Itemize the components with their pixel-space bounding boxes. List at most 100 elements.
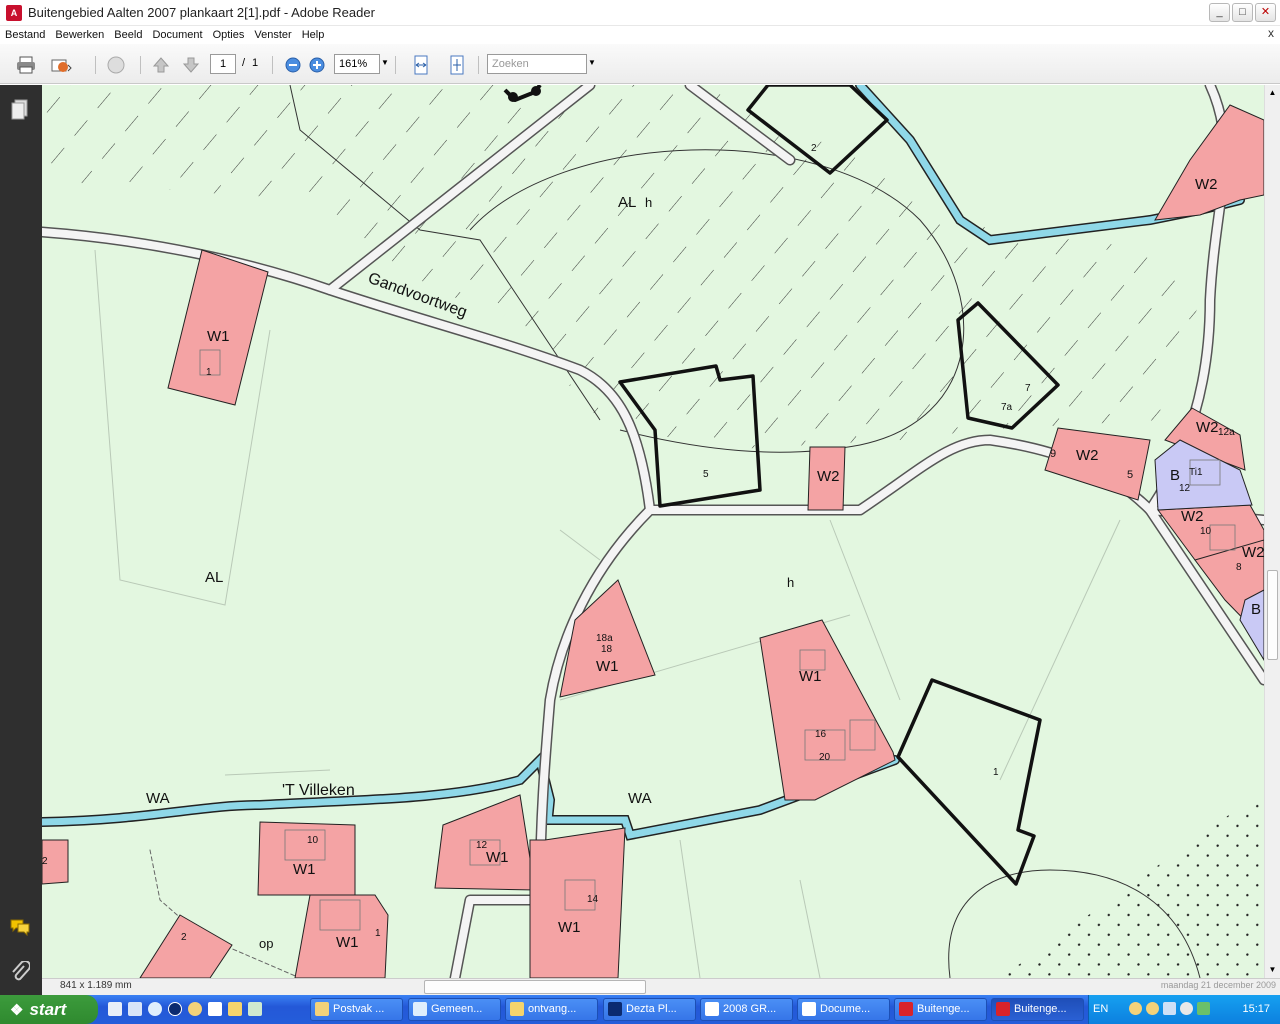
parcel-code: W1 [207, 328, 230, 345]
menu-help[interactable]: Help [297, 29, 330, 41]
taskbar-item-active[interactable]: Buitenge... [991, 998, 1084, 1021]
clock[interactable]: 15:17 [1242, 1003, 1270, 1015]
close-button[interactable]: ✕ [1255, 3, 1276, 22]
parcel-code: W1 [486, 849, 509, 866]
menu-bewerken[interactable]: Bewerken [50, 29, 109, 41]
desktop-icon[interactable] [108, 1002, 122, 1016]
tray-outlook-icon[interactable] [1129, 1002, 1142, 1015]
tray-network-icon[interactable] [1163, 1002, 1176, 1015]
folder-icon[interactable] [228, 1002, 242, 1016]
zoom-input[interactable]: 161% [334, 54, 380, 74]
taskbar-item[interactable]: Docume... [797, 998, 890, 1021]
outlined-parcel-number: 5 [703, 469, 709, 480]
outlined-parcel-number: 7a [1001, 402, 1013, 413]
outlook-icon[interactable] [188, 1002, 202, 1016]
email-collaborate-icon[interactable] [50, 54, 72, 76]
outlook-icon [315, 1002, 329, 1016]
parcel-code: W1 [799, 668, 822, 685]
parcel-number: 20 [819, 752, 831, 763]
start-button[interactable]: ❖ start [0, 995, 98, 1024]
hand-tool-icon[interactable] [105, 54, 127, 76]
scroll-down-icon[interactable]: ▼ [1266, 963, 1279, 977]
taskbar-item[interactable]: 2008 GR... [700, 998, 793, 1021]
pdf-icon [996, 1002, 1010, 1016]
zoom-dropdown-icon[interactable]: ▼ [381, 58, 389, 67]
date-tooltip: maandag 21 december 2009 [1160, 980, 1276, 990]
comments-icon[interactable] [9, 918, 31, 939]
parcel-number: 1 [206, 367, 212, 378]
search-dropdown-icon[interactable]: ▼ [588, 58, 596, 67]
menu-bestand[interactable]: Bestand [0, 29, 50, 41]
parcel-code: W1 [336, 934, 359, 951]
road-name-villeken: 'T Villeken [282, 782, 355, 799]
ie-icon [413, 1002, 427, 1016]
menu-beeld[interactable]: Beeld [109, 29, 147, 41]
maximize-button[interactable]: □ [1232, 3, 1253, 22]
pages-icon[interactable] [11, 99, 29, 124]
pdf-icon: A [6, 4, 22, 21]
taskbar-item[interactable]: Gemeen... [408, 998, 501, 1021]
document-close-icon[interactable]: x [1268, 26, 1274, 40]
word-icon[interactable] [208, 1002, 222, 1016]
zone-label-h-mid: h [787, 575, 794, 590]
minimize-button[interactable]: _ [1209, 3, 1230, 22]
taskbar-item[interactable]: ontvang... [505, 998, 598, 1021]
parcel-code: W2 [817, 468, 840, 485]
taskbar-item[interactable]: Dezta Pl... [603, 998, 696, 1021]
start-label: start [29, 999, 67, 1019]
menu-document[interactable]: Document [147, 29, 207, 41]
zoom-out-icon[interactable] [282, 54, 304, 76]
fit-page-icon[interactable] [446, 54, 468, 76]
vertical-scrollbar[interactable]: ▲ ▼ [1264, 85, 1280, 978]
search-input[interactable]: Zoeken [487, 54, 587, 74]
tray-mail-icon[interactable] [1146, 1002, 1159, 1015]
pdf-icon [899, 1002, 913, 1016]
page-size: 841 x 1.189 mm [60, 980, 132, 991]
document-viewport[interactable]: Gandvoortweg 'T Villeken AL h AL h WA WA… [42, 85, 1264, 978]
parcel-number: 5 [1127, 469, 1133, 481]
parcel-number: 10 [307, 835, 319, 846]
parcel-code: W2 [1242, 544, 1264, 561]
excel-icon[interactable] [248, 1002, 262, 1016]
parcel-subcode: Ti1 [1189, 467, 1203, 478]
page-number-input[interactable]: 1 [210, 54, 236, 74]
fit-width-icon[interactable] [410, 54, 432, 76]
menu-opties[interactable]: Opties [208, 29, 250, 41]
tray-security-icon[interactable] [1197, 1002, 1210, 1015]
scroll-thumb[interactable] [1267, 570, 1278, 660]
parcel-code: W1 [558, 919, 581, 936]
horizontal-scroll-thumb[interactable] [424, 980, 646, 994]
parcel-number: 8 [1236, 562, 1242, 573]
parcel-code: W2 [1196, 419, 1219, 436]
print-icon[interactable] [15, 54, 37, 76]
windows-logo-icon: ❖ [10, 1001, 24, 1019]
window-controls: _ □ ✕ [1209, 3, 1276, 22]
system-tray: EN 15:17 [1088, 995, 1280, 1024]
parcel-w1-10 [257, 821, 356, 896]
taskbar-item[interactable]: Postvak ... [310, 998, 403, 1021]
word-icon [802, 1002, 816, 1016]
page-total: 1 [252, 57, 259, 69]
parcel-number: 12 [476, 840, 488, 851]
scroll-up-icon[interactable]: ▲ [1266, 86, 1279, 100]
parcel-number: 9 [1050, 448, 1056, 460]
status-bar: 841 x 1.189 mm maandag 21 december 2009 [42, 978, 1280, 995]
parcel-code: B [1251, 601, 1261, 618]
navigation-pane [0, 85, 42, 995]
taskbar-item[interactable]: Buitenge... [894, 998, 987, 1021]
parcel-code: W1 [596, 658, 619, 675]
parcel-code: W1 [293, 861, 316, 878]
language-indicator[interactable]: EN [1093, 1003, 1108, 1015]
previous-page-icon[interactable] [150, 54, 172, 76]
attachment-icon[interactable] [10, 960, 31, 986]
tray-volume-icon[interactable] [1180, 1002, 1193, 1015]
ie-icon[interactable] [148, 1002, 162, 1016]
parcel-number: 18a [596, 633, 613, 644]
explorer-icon[interactable] [128, 1002, 142, 1016]
menu-venster[interactable]: Venster [249, 29, 296, 41]
next-page-icon[interactable] [180, 54, 202, 76]
page-separator: / [242, 57, 246, 69]
zoom-in-icon[interactable] [306, 54, 328, 76]
app-d-icon [608, 1002, 622, 1016]
app-d-icon[interactable] [168, 1002, 182, 1016]
